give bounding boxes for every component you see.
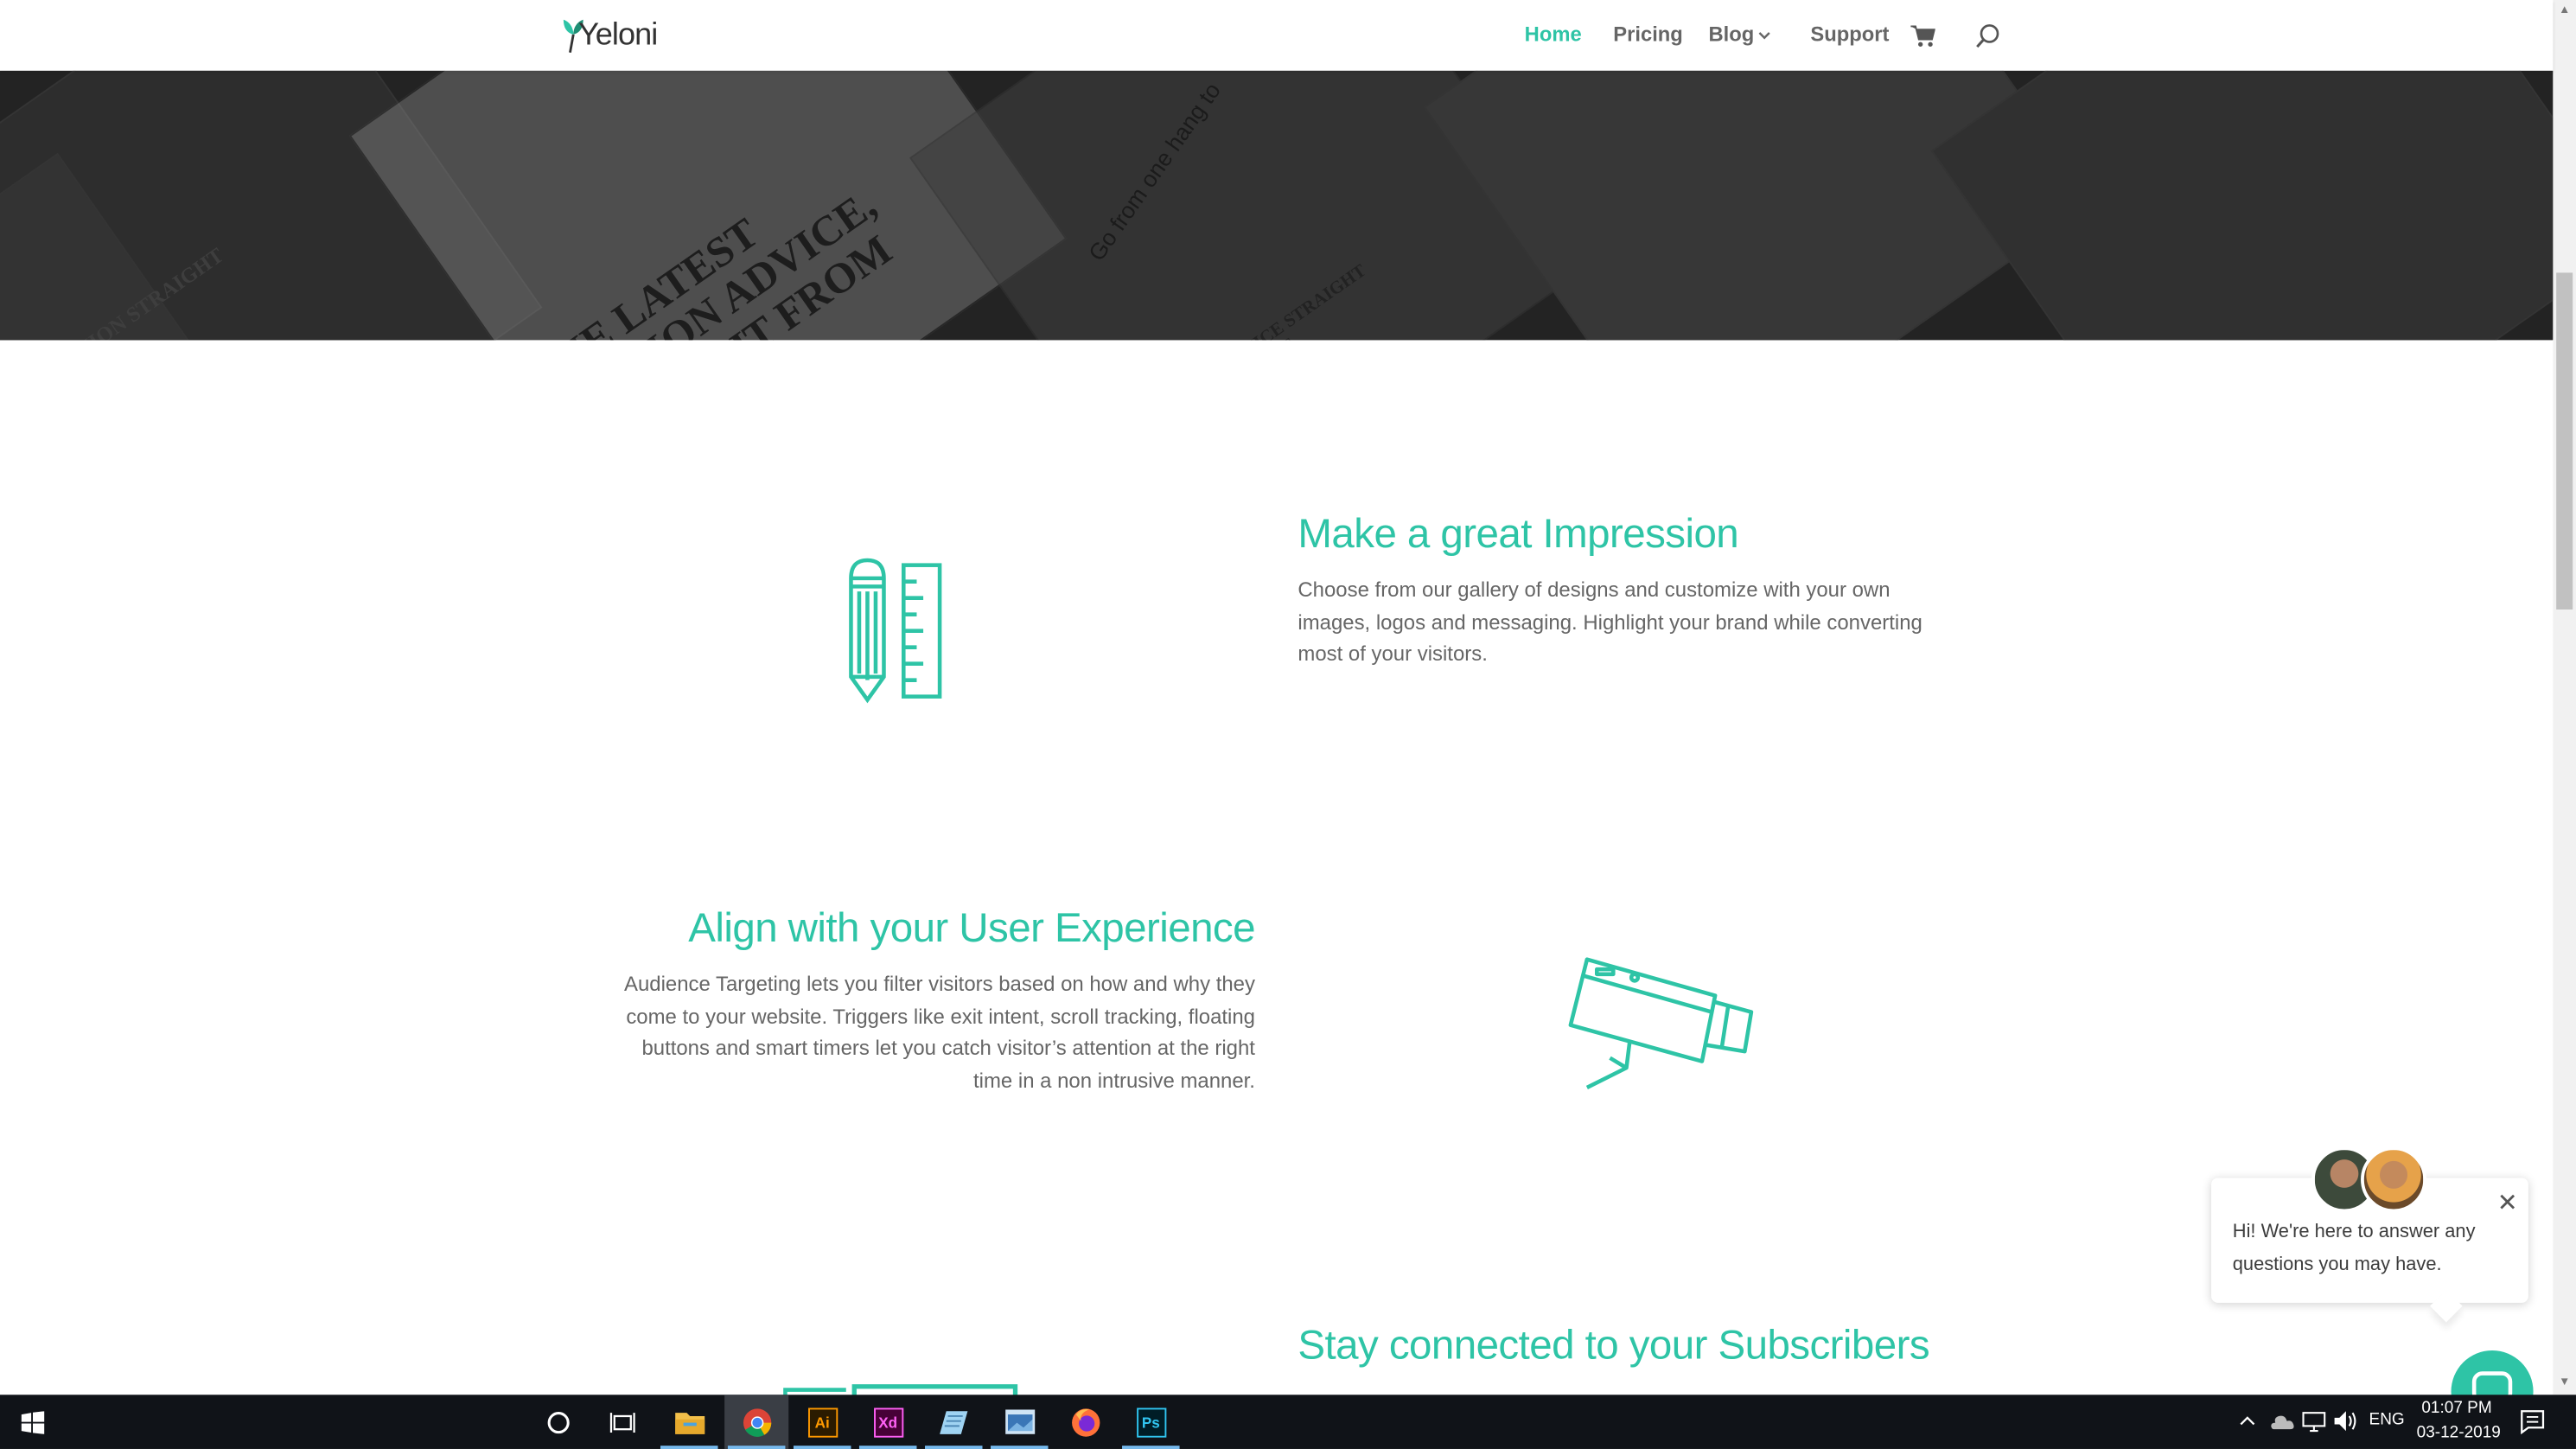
page-scrollbar[interactable]: ▲ ▼ — [2553, 0, 2576, 1395]
nav-home[interactable]: Home — [1525, 23, 1582, 47]
nav-support[interactable]: Support — [1810, 23, 1889, 47]
network-icon[interactable] — [2302, 1411, 2327, 1433]
feature-title: Stay connected to your Subscribers — [1298, 1322, 1930, 1369]
notepad-icon[interactable] — [921, 1395, 985, 1449]
hero-overlay — [0, 70, 2554, 341]
file-explorer-icon[interactable] — [657, 1395, 721, 1449]
photoshop-label: Ps — [1136, 1407, 1166, 1437]
logo-text: Yeloni — [577, 17, 658, 53]
close-icon[interactable]: ✕ — [2497, 1190, 2518, 1217]
illustrator-label: Ai — [807, 1407, 838, 1437]
nav-pricing[interactable]: Pricing — [1613, 23, 1683, 47]
windows-taskbar: Ai Xd Ps ENG 01:07 PM 03-12-2019 — [0, 1395, 2576, 1449]
chevron-down-icon[interactable] — [1758, 31, 1771, 41]
photos-icon[interactable] — [987, 1395, 1051, 1449]
search-icon[interactable] — [1974, 23, 2000, 49]
nav-blog[interactable]: Blog — [1709, 23, 1755, 47]
hero-banner: THE LATEST FASHION ADVICE, STRAIGHT FROM… — [0, 70, 2554, 341]
chevron-up-icon[interactable] — [2239, 1414, 2255, 1426]
feature-text: Audience Targeting lets you filter visit… — [623, 972, 1255, 1093]
pencil-ruler-icon — [849, 558, 942, 704]
feature-text: Choose from our gallery of designs and c… — [1298, 578, 1922, 666]
agent-avatar — [2361, 1146, 2427, 1213]
site-header: Yeloni Home Pricing Blog Support — [0, 0, 2554, 71]
chat-message: Hi! We're here to answer any questions y… — [2232, 1222, 2476, 1275]
notifications-icon[interactable] — [2520, 1409, 2545, 1434]
start-icon[interactable] — [0, 1395, 64, 1449]
firefox-icon[interactable] — [1053, 1395, 1117, 1449]
chrome-icon[interactable] — [724, 1395, 789, 1449]
cart-icon[interactable] — [1910, 25, 1935, 48]
clock-time[interactable]: 01:07 PM — [2421, 1400, 2491, 1418]
scroll-thumb[interactable] — [2556, 272, 2573, 610]
task-view-icon[interactable] — [590, 1395, 654, 1449]
cortana-icon[interactable] — [526, 1395, 590, 1449]
feature-title: Make a great Impression — [1298, 510, 1739, 558]
xd-icon[interactable]: Xd — [856, 1395, 920, 1449]
scroll-down-icon[interactable]: ▼ — [2553, 1372, 2576, 1395]
clock-date[interactable]: 03-12-2019 — [2417, 1424, 2501, 1442]
feature-title: Align with your User Experience — [688, 905, 1255, 952]
language-indicator[interactable]: ENG — [2369, 1411, 2405, 1429]
scroll-up-icon[interactable]: ▲ — [2553, 0, 2576, 23]
security-camera-icon — [1568, 957, 1754, 1089]
illustrator-icon[interactable]: Ai — [790, 1395, 854, 1449]
photoshop-icon[interactable]: Ps — [1119, 1395, 1183, 1449]
onedrive-icon[interactable] — [2269, 1411, 2295, 1431]
volume-icon[interactable] — [2333, 1409, 2359, 1433]
site-logo[interactable]: Yeloni — [558, 13, 658, 55]
xd-label: Xd — [873, 1407, 903, 1437]
